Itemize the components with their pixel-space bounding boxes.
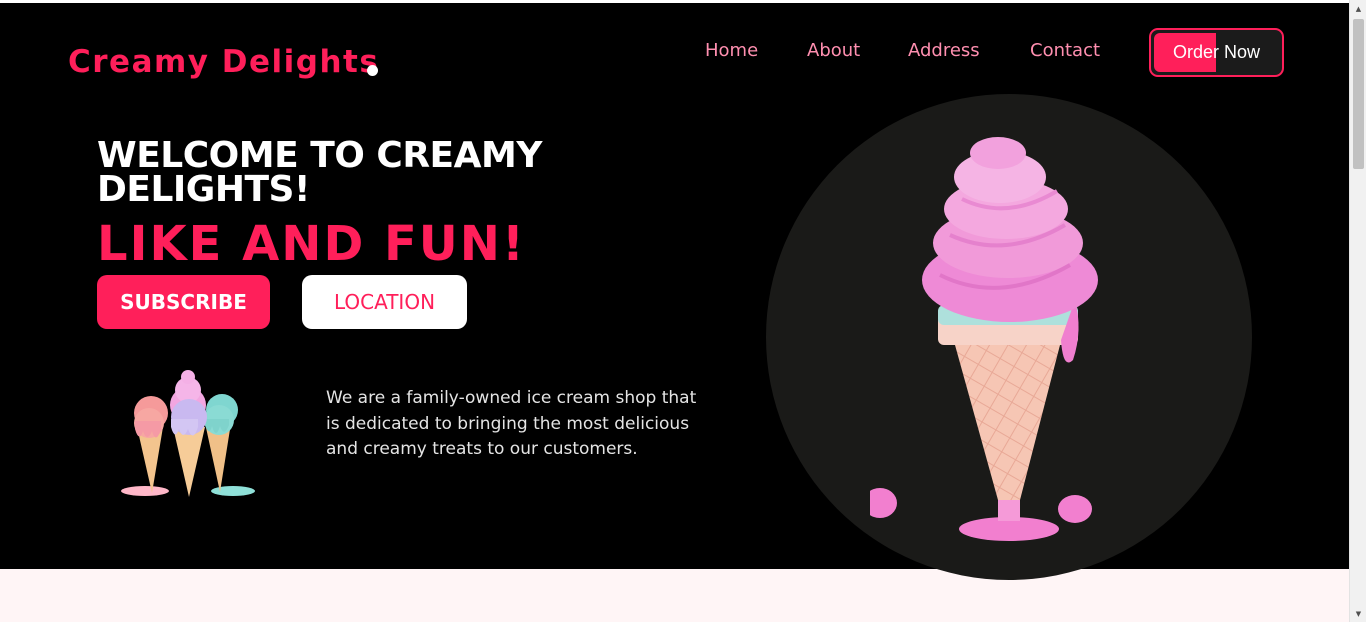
- nav-link-contact[interactable]: Contact: [1030, 40, 1100, 61]
- tagline-heading: LIKE AND FUN!: [97, 216, 526, 272]
- location-button[interactable]: LOCATION: [302, 275, 467, 329]
- subscribe-button[interactable]: SUBSCRIBE: [97, 275, 270, 329]
- about-description: We are a family-owned ice cream shop tha…: [326, 388, 697, 459]
- order-button-label: Order Now: [1172, 42, 1261, 62]
- scroll-thumb[interactable]: [1353, 19, 1364, 169]
- triangle-down-icon[interactable]: ▼: [1350, 605, 1366, 622]
- welcome-heading: WELCOME TO CREAMY DELIGHTS!: [97, 135, 542, 210]
- nav-link-about[interactable]: About: [807, 40, 860, 61]
- next-section: [0, 569, 1349, 622]
- three-cones-image: [121, 370, 255, 497]
- ice-cream-cone-image: [870, 137, 1098, 541]
- vertical-scrollbar[interactable]: ▲ ▼: [1349, 0, 1366, 622]
- logo[interactable]: Creamy Delights: [68, 44, 379, 80]
- order-now-button[interactable]: Order Now: [1149, 28, 1284, 77]
- nav-link-address[interactable]: Address: [908, 40, 980, 61]
- triangle-up-icon[interactable]: ▲: [1350, 0, 1366, 17]
- logo-dot: [367, 65, 378, 76]
- nav-link-home[interactable]: Home: [705, 40, 758, 61]
